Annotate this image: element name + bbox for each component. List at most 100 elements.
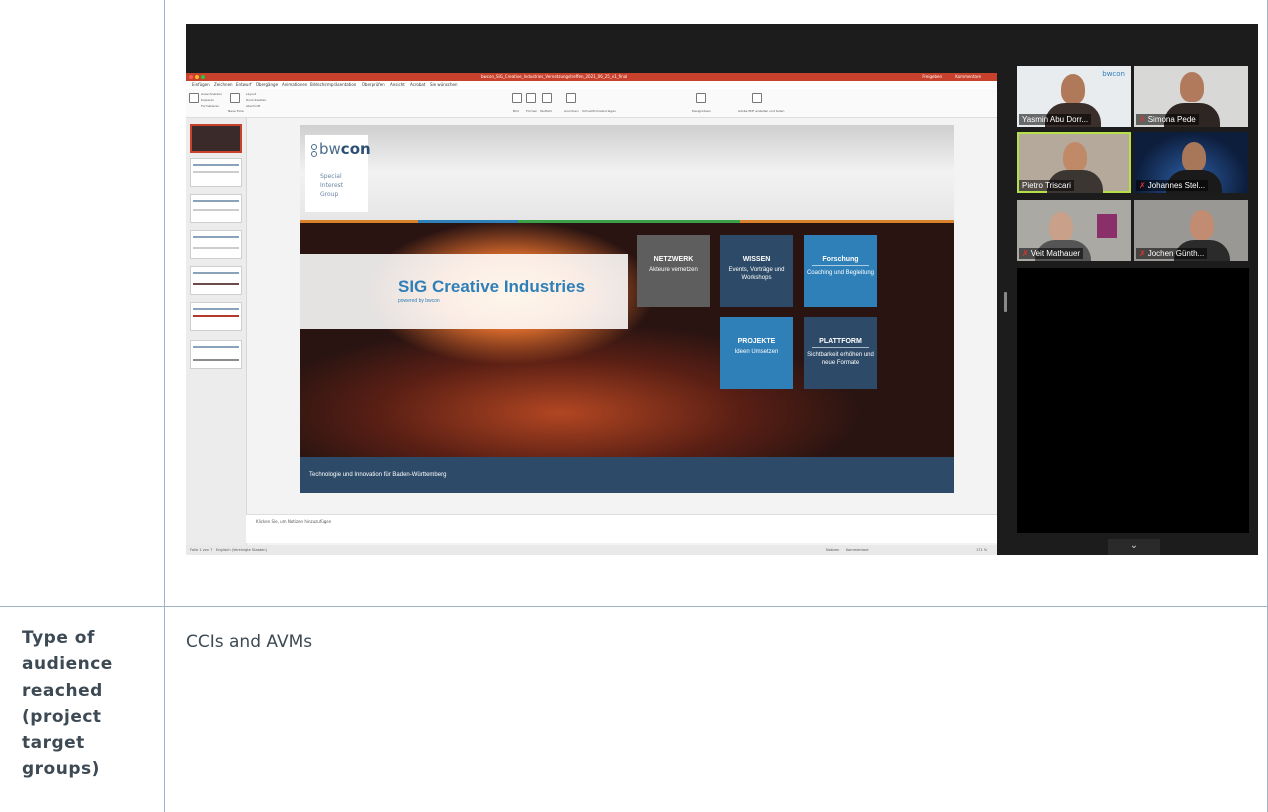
logo-circles-icon [311, 144, 317, 158]
minimize-window-icon[interactable] [195, 75, 199, 79]
participant-video [1063, 142, 1087, 172]
slide-thumbnail[interactable] [190, 194, 242, 223]
slide-header-band [300, 125, 954, 220]
new-slide-button[interactable]: Neue Folie [228, 109, 244, 113]
menu-item-tell-me[interactable]: Sie wünschen [430, 81, 458, 89]
picture-button[interactable]: Bild [513, 109, 519, 113]
menu-item-praesentation[interactable]: Bildschirmpräsentation [310, 81, 356, 89]
logo-subtitle: Special Interest Group [320, 173, 344, 198]
adobe-pdf-button[interactable]: Adobe PDF erstellen und teilen [738, 109, 784, 113]
slide-counter: Folie 1 von 7 [190, 548, 213, 552]
scroll-down-button[interactable]: ⌄ [1108, 539, 1160, 555]
menu-item-entwurf[interactable]: Entwurf [236, 81, 252, 89]
bwcon-badge: bwcon [1102, 70, 1125, 78]
table-column-divider [164, 0, 165, 812]
mic-off-icon: ✗ [1139, 115, 1146, 124]
participant-video [1180, 72, 1204, 102]
mic-off-icon: ✗ [1022, 249, 1029, 258]
slide-footer: Technologie und Innovation für Baden-Wür… [300, 457, 954, 493]
current-slide[interactable]: bwcon Special Interest Group SIG Creativ… [300, 125, 954, 493]
tile-wissen: WISSEN Events, Vorträge und Workshops [720, 235, 793, 307]
slide-thumbnail[interactable] [190, 302, 242, 331]
ppt-title-bar: bwcon_SIG_Creative_Industries_Vernetzung… [186, 73, 997, 81]
section-button[interactable]: Abschnitt [246, 104, 260, 108]
participant-name: ✗ Simona Pede [1136, 114, 1199, 125]
row-label: Type of audience reached (project target… [22, 628, 113, 780]
participant-video [1061, 74, 1085, 104]
notes-pane[interactable]: Klicken Sie, um Notizen hinzuzufügen [246, 514, 997, 543]
video-call-screenshot: bwcon_SIG_Creative_Industries_Vernetzung… [186, 24, 1258, 555]
slide-thumbnail-panel [186, 118, 247, 548]
picture-icon[interactable] [512, 93, 522, 103]
menu-item-zeichnen[interactable]: Zeichnen [214, 81, 233, 89]
slide-thumbnail[interactable] [190, 340, 242, 369]
textbox-button[interactable]: Textfeld [540, 109, 552, 113]
menu-item-einfuegen[interactable]: Einfügen [192, 81, 210, 89]
menu-item-animationen[interactable]: Animationen [282, 81, 307, 89]
participant-video [1182, 142, 1206, 172]
menu-item-uebergaenge[interactable]: Übergänge [256, 81, 278, 89]
zoom-level[interactable]: 171 % [976, 545, 987, 555]
cut-button[interactable]: Ausschneiden [201, 92, 222, 96]
slide-thumbnail[interactable] [190, 266, 242, 295]
participant-tile[interactable]: ✗ Johannes Stel... [1134, 132, 1248, 193]
participant-name: Yasmin Abu Dorr... [1019, 114, 1092, 125]
reset-button[interactable]: Zurücksetzen [246, 98, 266, 102]
format-painter-button[interactable]: Formatieren [201, 104, 219, 108]
participant-tile[interactable]: ✗ Simona Pede [1134, 66, 1248, 127]
tile-plattform: PLATTFORM Sichtbarkeit erhöhen und neue … [804, 317, 877, 389]
notes-placeholder: Klicken Sie, um Notizen hinzuzufügen [256, 519, 332, 524]
slide-thumbnail[interactable] [190, 124, 242, 153]
participant-empty-area [1017, 268, 1249, 533]
participant-video [1190, 210, 1214, 240]
participant-tile-active-speaker[interactable]: Pietro Triscari [1017, 132, 1131, 193]
close-window-icon[interactable] [189, 75, 193, 79]
notes-toggle[interactable]: Notizen [826, 545, 839, 555]
participant-tile[interactable]: ✗ Jochen Günth... [1134, 200, 1248, 261]
design-ideas-button[interactable]: Designideen [692, 109, 711, 113]
menu-item-ueberpruefen[interactable]: Überprüfen [362, 81, 385, 89]
comments-toggle[interactable]: Kommentare [846, 545, 869, 555]
table-row-divider [0, 606, 1268, 607]
tile-forschung: Forschung Coaching und Begleitung [804, 235, 877, 307]
participant-tile[interactable]: ✗ Veit Mathauer [1017, 200, 1131, 261]
menu-item-acrobat[interactable]: Acrobat [410, 81, 425, 89]
slide-thumbnail[interactable] [190, 230, 242, 259]
ppt-status-bar: Folie 1 von 7 Englisch (Vereinigte Staat… [186, 545, 997, 555]
share-button[interactable]: Freigeben [922, 73, 942, 81]
bwcon-logo: bwcon Special Interest Group [305, 135, 371, 212]
arrange-icon[interactable] [566, 93, 576, 103]
slide-subtitle: powered by bwcon [398, 298, 440, 304]
shapes-icon[interactable] [526, 93, 536, 103]
wall-artwork [1097, 214, 1117, 238]
mic-off-icon: ✗ [1139, 181, 1146, 190]
maximize-window-icon[interactable] [201, 75, 205, 79]
split-view-drag-handle[interactable] [1004, 292, 1007, 312]
quick-styles-button[interactable]: Schnellformatvorlagen [582, 109, 616, 113]
powerpoint-window: bwcon_SIG_Creative_Industries_Vernetzung… [186, 73, 997, 555]
layout-button[interactable]: Layout [246, 92, 256, 96]
row-value: CCIs and AVMs [186, 632, 313, 652]
textbox-icon[interactable] [542, 93, 552, 103]
tile-projekte: PROJEKTE Ideen Umsetzen [720, 317, 793, 389]
document-table: bwcon_SIG_Creative_Industries_Vernetzung… [0, 0, 1268, 812]
participant-name: ✗ Jochen Günth... [1136, 248, 1208, 259]
comments-button[interactable]: Kommentare [955, 73, 981, 81]
arrange-button[interactable]: Anordnen [564, 109, 579, 113]
slide-title-panel: SIG Creative Industries powered by bwcon [300, 254, 628, 329]
copy-button[interactable]: Kopieren [201, 98, 214, 102]
design-ideas-icon[interactable] [696, 93, 706, 103]
new-slide-icon[interactable] [230, 93, 240, 103]
participant-video [1049, 212, 1073, 242]
slide-thumbnail[interactable] [190, 158, 242, 187]
tile-netzwerk: NETZWERK Akteure vernetzen [637, 235, 710, 307]
shapes-button[interactable]: Formen [526, 109, 537, 113]
ppt-ribbon: Ausschneiden Kopieren Formatieren Neue F… [186, 89, 997, 118]
adobe-pdf-icon[interactable] [752, 93, 762, 103]
menu-item-ansicht[interactable]: Ansicht [390, 81, 405, 89]
language-indicator[interactable]: Englisch (Vereinigte Staaten) [216, 545, 267, 555]
logo-text: bwcon [319, 140, 371, 158]
paste-icon[interactable] [189, 93, 199, 103]
participant-tile[interactable]: bwcon Yasmin Abu Dorr... [1017, 66, 1131, 127]
slide-background-photo: SIG Creative Industries powered by bwcon… [300, 223, 954, 457]
